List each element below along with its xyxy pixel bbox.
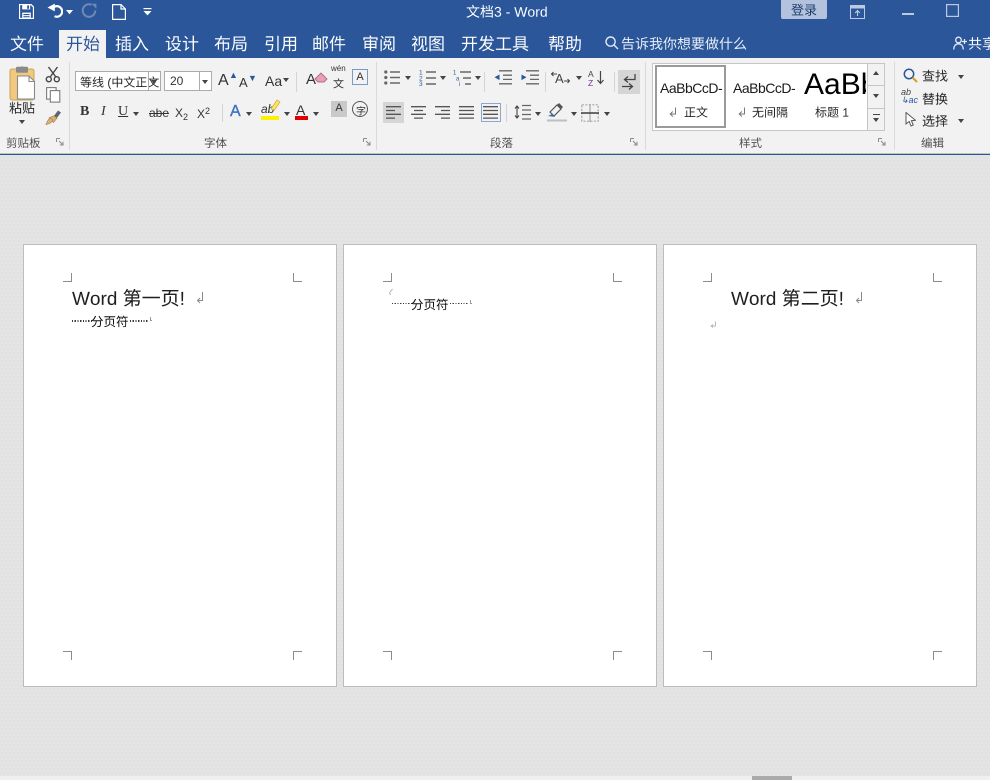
svg-text:A: A <box>555 71 564 86</box>
svg-text:Z: Z <box>588 78 593 87</box>
svg-text:i: i <box>459 82 460 86</box>
svg-text:3: 3 <box>419 81 423 86</box>
